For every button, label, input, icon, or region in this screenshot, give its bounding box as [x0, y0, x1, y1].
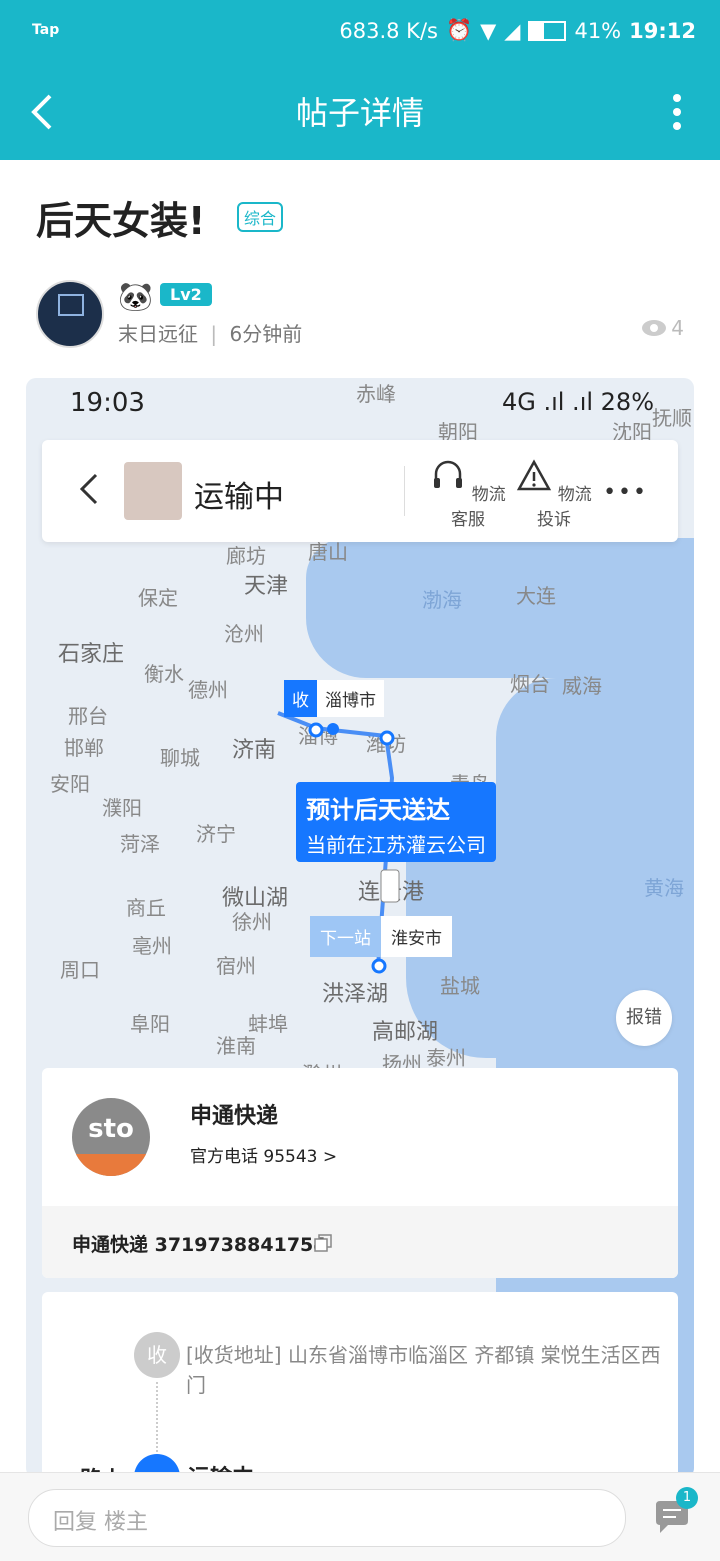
eye-icon [642, 320, 667, 336]
delivery-bubble: 预计后天送达 当前在江苏灌云公司 [296, 782, 496, 862]
report-button: 报错 [616, 990, 672, 1046]
logistics-status: 运输中 [194, 480, 284, 515]
next-city: 淮安市 [381, 916, 452, 957]
next-stop-pin: 下一站 淮安市 [310, 916, 452, 957]
post-time: 6分钟前 [229, 322, 303, 346]
battery-icon [528, 20, 567, 41]
page-title: 帖子详情 [295, 94, 424, 132]
carrier-tag: Tap [32, 22, 60, 38]
reply-input[interactable]: 回复 楼主 [28, 1489, 626, 1547]
wifi-icon: ▼ [480, 18, 497, 43]
recv-address: [收货地址] 山东省淄博市临淄区 齐都镇 棠悦生活区西门 [186, 1343, 661, 1397]
reply-bar: 回复 楼主 1 [0, 1472, 720, 1561]
clock: 19:12 [629, 18, 696, 43]
next-key: 下一站 [310, 916, 381, 957]
status-right: 683.8 K/s ⏰ ▼ ◢ 41% 19:12 [339, 18, 696, 43]
complaint-action: 物流投诉 [512, 458, 596, 530]
meta-separator: | [210, 322, 218, 346]
alarm-icon: ⏰ [445, 18, 473, 42]
timeline-card: 收 [收货地址] 山东省淄博市临淄区 齐都镇 棠悦生活区西门 路上 运输中 [42, 1292, 678, 1478]
tracking-row: 申通快递 3719738841754 [42, 1206, 678, 1278]
signal-icon: ◢ [504, 18, 521, 43]
category-badge[interactable]: 综合 [237, 202, 284, 232]
warning-icon [517, 459, 552, 491]
author-avatar[interactable] [36, 280, 104, 348]
level-badge: Lv2 [160, 283, 212, 306]
author-name[interactable]: 末日远征 [118, 322, 198, 346]
copy-icon [314, 1234, 332, 1252]
app-bar: 帖子详情 [0, 62, 720, 160]
inner-more-icon: ••• [603, 480, 648, 505]
post-image[interactable]: 19:03 4G .ıl .ıl 28% 赤峰 朝阳 沈阳 抚顺 廊坊 唐山 天津 保定 大连渤… [26, 378, 694, 1478]
courier-phone: 官方电话 95543 > [190, 1147, 338, 1167]
network-speed: 683.8 K/s [339, 18, 438, 43]
reply-placeholder: 回复 楼主 [53, 1510, 148, 1535]
post-meta: 末日远征 | 6分钟前 [118, 318, 302, 347]
inner-back-icon [79, 473, 98, 505]
logistics-header: 运输中 物流客服 物流投诉 ••• [42, 440, 678, 542]
more-menu-icon[interactable] [672, 94, 682, 134]
recv-circle: 收 [134, 1332, 180, 1378]
receive-pin: 收 淄博市 [284, 680, 384, 717]
sto-logo: sto [72, 1098, 150, 1176]
panda-icon: 🐼 [118, 280, 153, 313]
views-number: 4 [671, 316, 684, 340]
battery-percent: 41% [574, 18, 622, 43]
comment-count-badge: 1 [676, 1487, 698, 1509]
headset-icon [434, 460, 463, 488]
receive-key: 收 [284, 680, 317, 717]
current-location: 当前在江苏灌云公司 [306, 833, 486, 857]
post-title: 后天女装! [36, 199, 206, 243]
courier-card: sto 申通快递 官方电话 95543 > 申通快递 3719738841754 [42, 1068, 678, 1278]
tracking-number: 申通快递 3719738841754 [72, 1234, 327, 1256]
eta-text: 预计后天送达 [306, 796, 450, 824]
service-action: 物流客服 [426, 458, 510, 530]
receive-city: 淄博市 [317, 680, 384, 717]
view-count: 4 [641, 316, 684, 340]
product-thumbnail [124, 462, 182, 520]
courier-name: 申通快递 [190, 1104, 279, 1129]
status-bar: Tap 683.8 K/s ⏰ ▼ ◢ 41% 19:12 [0, 0, 720, 62]
